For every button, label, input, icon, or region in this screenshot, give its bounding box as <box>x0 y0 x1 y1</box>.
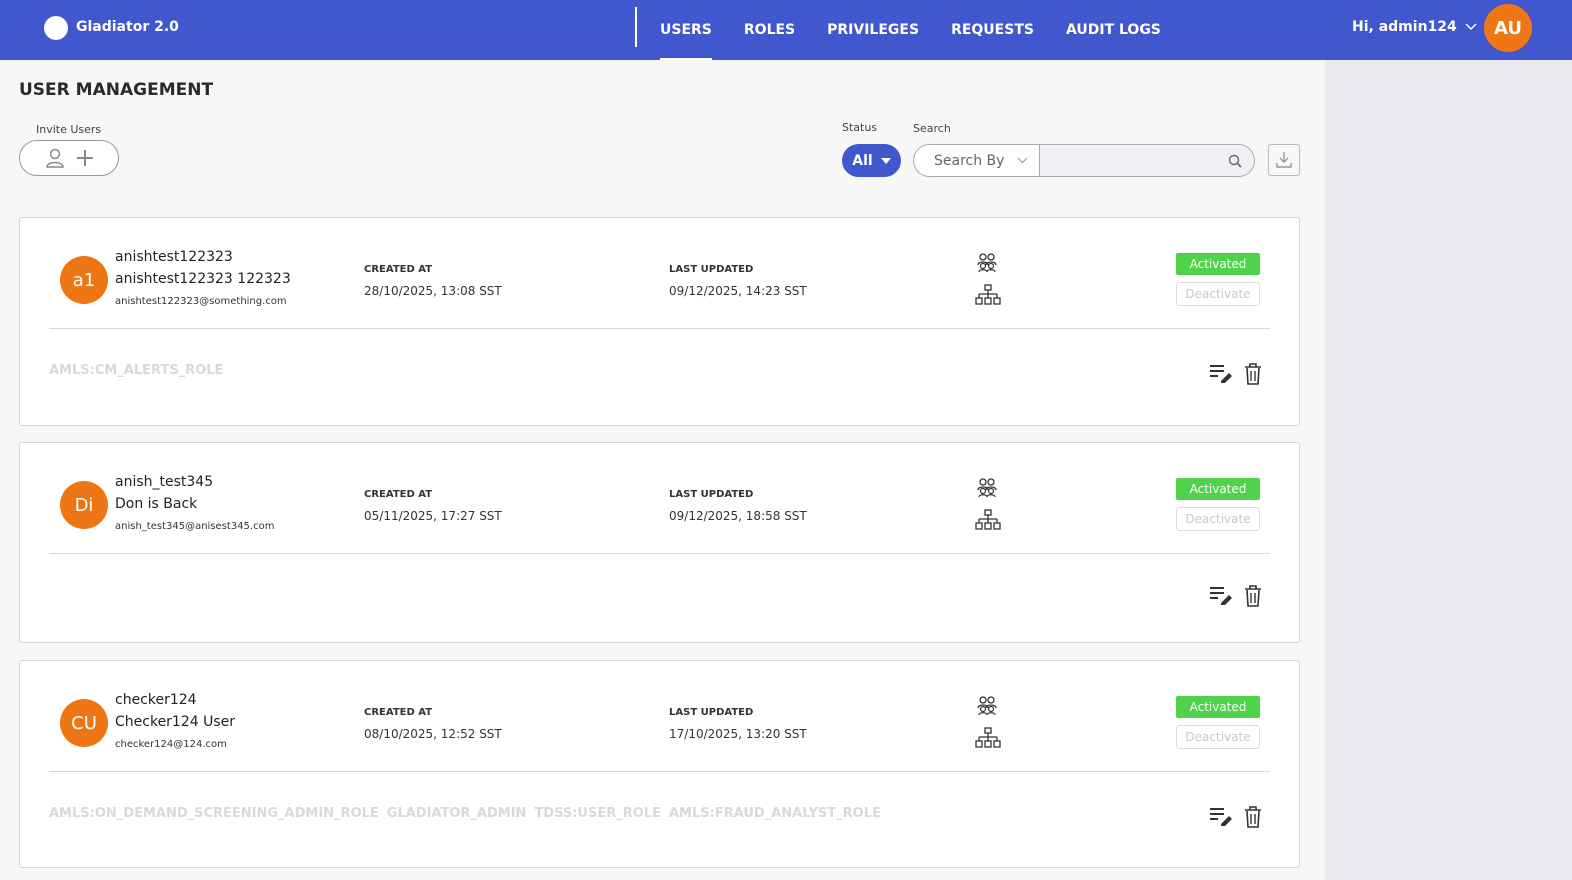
hierarchy-icon[interactable] <box>975 284 1001 306</box>
created-at-label: CREATED AT <box>364 264 433 275</box>
nav-tab-privileges[interactable]: PRIVILEGES <box>827 22 919 60</box>
trash-icon[interactable] <box>1244 806 1262 828</box>
deactivate-button[interactable]: Deactivate <box>1176 282 1260 306</box>
card-divider <box>49 553 1270 554</box>
hierarchy-icon[interactable] <box>975 727 1001 749</box>
user-avatar-initials: Di <box>60 481 108 529</box>
search-by-text: Search By <box>934 152 1005 169</box>
nav-divider <box>635 7 637 47</box>
status-badge: Activated <box>1176 253 1260 275</box>
deactivate-button[interactable]: Deactivate <box>1176 725 1260 749</box>
page-title: USER MANAGEMENT <box>19 80 214 100</box>
last-updated-label: LAST UPDATED <box>669 489 754 500</box>
caret-down-icon <box>880 157 891 164</box>
plus-icon <box>77 150 93 166</box>
card-divider <box>49 328 1270 329</box>
last-updated-label: LAST UPDATED <box>669 264 754 275</box>
search-input[interactable] <box>1040 145 1220 176</box>
users-group-icon[interactable] <box>976 694 998 716</box>
created-at-label: CREATED AT <box>364 707 433 718</box>
status-value: All <box>852 152 873 169</box>
status-label: Status <box>842 121 878 134</box>
role-list: AMLS:CM_ALERTS_ROLE <box>49 363 223 378</box>
status-filter-dropdown[interactable]: All <box>842 144 901 177</box>
last-updated-value: 17/10/2025, 13:20 SST <box>669 727 807 741</box>
search-by-dropdown[interactable]: Search By <box>913 144 1040 177</box>
main-nav: USERS ROLES PRIVILEGES REQUESTS AUDIT LO… <box>660 22 1193 60</box>
status-badge: Activated <box>1176 696 1260 718</box>
last-updated-value: 09/12/2025, 18:58 SST <box>669 509 807 523</box>
user-card: a1 anishtest122323 anishtest122323 12232… <box>19 217 1300 426</box>
download-button[interactable] <box>1268 144 1300 176</box>
user-full-name: Don is Back <box>115 496 198 512</box>
user-menu[interactable]: Hi, admin124 <box>1352 19 1477 35</box>
role-list: AMLS:ON_DEMAND_SCREENING_ADMIN_ROLE GLAD… <box>49 806 881 821</box>
invite-users-label: Invite Users <box>36 123 102 136</box>
last-updated-label: LAST UPDATED <box>669 707 754 718</box>
edit-list-icon[interactable] <box>1209 585 1233 605</box>
edit-list-icon[interactable] <box>1209 363 1233 383</box>
user-card: Di anish_test345 Don is Back anish_test3… <box>19 442 1300 643</box>
role-tag: GLADIATOR_ADMIN <box>386 806 527 821</box>
trash-icon[interactable] <box>1244 363 1262 385</box>
created-at-label: CREATED AT <box>364 489 433 500</box>
user-full-name: Checker124 User <box>115 714 236 730</box>
role-tag: AMLS:FRAUD_ANALYST_ROLE <box>668 806 881 821</box>
top-navigation-bar: Gladiator 2.0 USERS ROLES PRIVILEGES REQ… <box>0 0 1572 60</box>
right-side-panel <box>1325 60 1572 880</box>
user-avatar-initials: a1 <box>60 256 108 304</box>
user-email: checker124@124.com <box>115 739 227 750</box>
status-badge: Activated <box>1176 478 1260 500</box>
user-full-name: anishtest122323 122323 <box>115 271 291 287</box>
role-tag: AMLS:ON_DEMAND_SCREENING_ADMIN_ROLE <box>49 806 379 821</box>
user-username: anishtest122323 <box>115 249 233 265</box>
chevron-down-icon <box>1017 157 1028 164</box>
deactivate-button[interactable]: Deactivate <box>1176 507 1260 531</box>
created-at-value: 05/11/2025, 17:27 SST <box>364 509 502 523</box>
invite-users-button[interactable] <box>19 140 119 176</box>
user-email: anishtest122323@something.com <box>115 296 287 307</box>
user-username: checker124 <box>115 692 197 708</box>
trash-icon[interactable] <box>1244 585 1262 607</box>
nav-tab-users[interactable]: USERS <box>660 22 712 60</box>
download-icon <box>1276 152 1292 168</box>
created-at-value: 28/10/2025, 13:08 SST <box>364 284 502 298</box>
search-label: Search <box>913 122 951 135</box>
last-updated-value: 09/12/2025, 14:23 SST <box>669 284 807 298</box>
user-avatar[interactable]: AU <box>1484 4 1532 52</box>
user-email: anish_test345@anisest345.com <box>115 521 275 532</box>
role-tag: TDSS:USER_ROLE <box>534 806 661 821</box>
nav-tab-roles[interactable]: ROLES <box>744 22 795 60</box>
edit-list-icon[interactable] <box>1209 806 1233 826</box>
user-avatar-initials: CU <box>60 699 108 747</box>
chevron-down-icon <box>1465 23 1477 31</box>
nav-tab-requests[interactable]: REQUESTS <box>951 22 1034 60</box>
user-icon <box>46 148 64 168</box>
created-at-value: 08/10/2025, 12:52 SST <box>364 727 502 741</box>
hierarchy-icon[interactable] <box>975 509 1001 531</box>
role-tag: AMLS:CM_ALERTS_ROLE <box>49 363 224 378</box>
nav-tab-audit-logs[interactable]: AUDIT LOGS <box>1066 22 1161 60</box>
app-logo[interactable] <box>44 16 68 40</box>
search-field <box>1039 144 1255 177</box>
greeting-text: Hi, admin124 <box>1352 19 1457 35</box>
search-icon[interactable] <box>1228 154 1242 168</box>
app-title: Gladiator 2.0 <box>76 19 179 35</box>
users-group-icon[interactable] <box>976 251 998 273</box>
card-divider <box>49 771 1270 772</box>
users-group-icon[interactable] <box>976 476 998 498</box>
user-card: CU checker124 Checker124 User checker124… <box>19 660 1300 868</box>
user-username: anish_test345 <box>115 474 214 490</box>
